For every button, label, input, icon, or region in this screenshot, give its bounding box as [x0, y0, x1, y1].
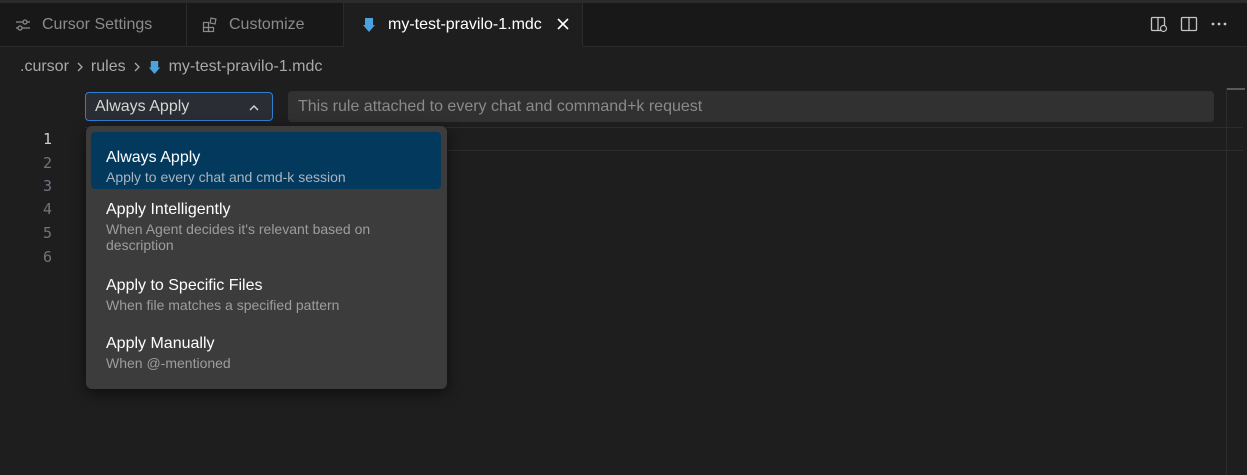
line-number: 1 — [42, 130, 52, 148]
option-description: Apply to every chat and cmd-k session — [106, 169, 346, 185]
rule-description-input[interactable] — [288, 91, 1214, 122]
rule-type-dropdown: Always Apply Apply to every chat and cmd… — [86, 126, 447, 389]
scrollbar-marker — [1227, 88, 1245, 90]
option-apply-to-specific-files[interactable]: Apply to Specific Files When file matche… — [91, 275, 441, 319]
breadcrumb-item-cursor[interactable]: .cursor — [20, 58, 69, 76]
cursor-rule-file-icon — [148, 60, 161, 75]
line-number: 5 — [42, 224, 52, 242]
cursor-rule-file-icon — [360, 16, 378, 34]
option-always-apply[interactable]: Always Apply Apply to every chat and cmd… — [91, 132, 441, 189]
rule-type-select[interactable]: Always Apply — [85, 92, 273, 121]
close-icon[interactable] — [554, 15, 572, 33]
extensions-icon — [201, 16, 219, 34]
rule-type-selected-label: Always Apply — [95, 97, 190, 115]
line-number: 2 — [42, 154, 52, 172]
option-label: Apply to Specific Files — [106, 277, 263, 294]
tab-label: Customize — [229, 16, 305, 33]
option-description: When @-mentioned — [106, 355, 231, 371]
editor-tab-bar: Cursor Settings Customize my-test-pravil… — [0, 3, 1247, 47]
chevron-right-icon — [133, 62, 141, 72]
option-description: When Agent decides it's relevant based o… — [106, 221, 371, 253]
tab-bar-actions — [1149, 13, 1229, 35]
line-number: 4 — [42, 200, 52, 218]
settings-sliders-icon — [14, 16, 32, 34]
option-label: Apply Intelligently — [106, 201, 231, 218]
tab-rule-file[interactable]: my-test-pravilo-1.mdc — [344, 3, 583, 47]
breadcrumb: .cursor rules my-test-pravilo-1.mdc — [20, 56, 322, 78]
line-number: 3 — [42, 177, 52, 195]
vertical-scrollbar[interactable] — [1226, 88, 1245, 475]
chevron-right-icon — [76, 62, 84, 72]
breadcrumb-item-rules[interactable]: rules — [91, 58, 126, 76]
breadcrumb-item-file[interactable]: my-test-pravilo-1.mdc — [169, 58, 323, 76]
option-apply-manually[interactable]: Apply Manually When @-mentioned — [91, 333, 441, 377]
tab-cursor-settings[interactable]: Cursor Settings — [0, 3, 187, 47]
option-label: Always Apply — [106, 149, 201, 166]
tab-label: my-test-pravilo-1.mdc — [388, 15, 542, 33]
tab-customize[interactable]: Customize — [187, 3, 344, 47]
more-actions-icon[interactable] — [1209, 13, 1229, 35]
split-editor-icon[interactable] — [1179, 13, 1199, 35]
tab-label: Cursor Settings — [42, 16, 153, 33]
split-editor-right-icon[interactable] — [1149, 13, 1169, 35]
line-number: 6 — [42, 248, 52, 266]
option-description: When file matches a specified pattern — [106, 297, 340, 313]
chevron-up-icon — [248, 101, 260, 113]
option-label: Apply Manually — [106, 335, 215, 352]
option-apply-intelligently[interactable]: Apply Intelligently When Agent decides i… — [91, 199, 441, 261]
